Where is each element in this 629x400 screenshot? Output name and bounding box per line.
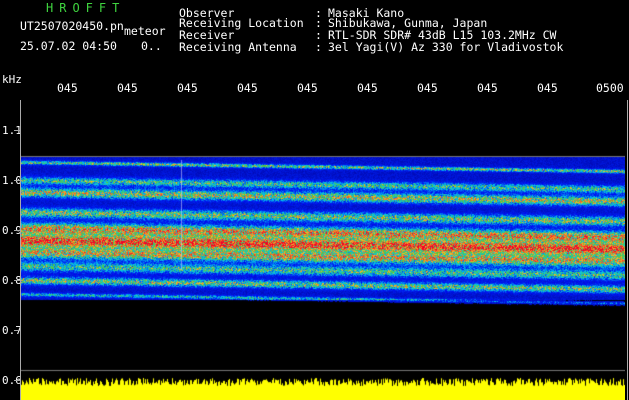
info-colon: :	[315, 40, 322, 54]
y-unit-label: kHz	[2, 73, 22, 86]
time-tick-label: 045	[477, 81, 498, 95]
mode-label: meteor	[124, 24, 166, 38]
time-tick-label: 045	[357, 81, 378, 95]
time-tick-label: 045	[117, 81, 138, 95]
app-title: HROFFT	[46, 1, 126, 15]
time-tick-label: 045	[537, 81, 558, 95]
time-tick-label: 045	[237, 81, 258, 95]
time-tick-label: 045	[177, 81, 198, 95]
observation-datetime: 25.07.02 04:50	[20, 39, 117, 53]
time-tick-label: 045	[297, 81, 318, 95]
file-name: UT2507020450.pn	[20, 19, 124, 33]
time-tick-label: 0500	[596, 81, 624, 95]
ellipsis-text: 0..	[141, 39, 162, 53]
time-tick-label: 045	[417, 81, 438, 95]
info-key-antenna: Receiving Antenna	[179, 40, 297, 54]
time-tick-label: 045	[57, 81, 78, 95]
spectrogram-canvas	[21, 100, 625, 400]
info-value-antenna: 3el Yagi(V) Az 330 for Vladivostok	[328, 40, 564, 54]
